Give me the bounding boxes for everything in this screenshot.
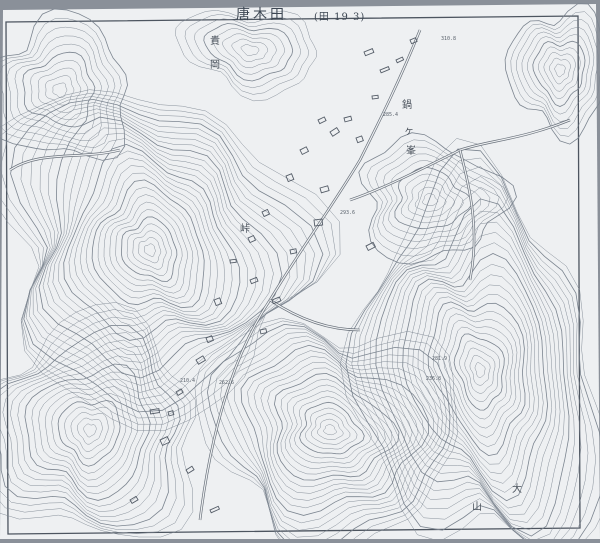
elevation-label: 210.4 bbox=[180, 378, 196, 384]
scanned-map: 唐木田 (田 19 3) 貴 岡 鍋 ヶ 峯 山 大 峠 285.4 310.8… bbox=[0, 0, 600, 543]
place-label: 峠 bbox=[240, 224, 250, 235]
handwritten-sheet-code: (田 19 3) bbox=[314, 12, 366, 23]
place-label: ヶ bbox=[404, 126, 414, 137]
elevation-label: 236.8 bbox=[426, 376, 442, 382]
elevation-label: 293.6 bbox=[340, 210, 356, 216]
place-label: 山 bbox=[472, 502, 482, 513]
elevation-label: 281.9 bbox=[432, 356, 448, 362]
place-label: 大 bbox=[512, 484, 522, 495]
place-label: 鍋 bbox=[402, 100, 412, 111]
handwritten-sheet-title: 唐木田 bbox=[236, 7, 287, 23]
place-label: 岡 bbox=[210, 60, 220, 71]
elevation-label: 285.4 bbox=[383, 112, 399, 118]
place-label: 貴 bbox=[210, 36, 220, 47]
place-label: 峯 bbox=[406, 146, 416, 157]
elevation-label: 310.8 bbox=[441, 36, 457, 42]
elevation-label: 262.6 bbox=[219, 380, 235, 386]
topographic-map-sheet bbox=[0, 3, 600, 543]
